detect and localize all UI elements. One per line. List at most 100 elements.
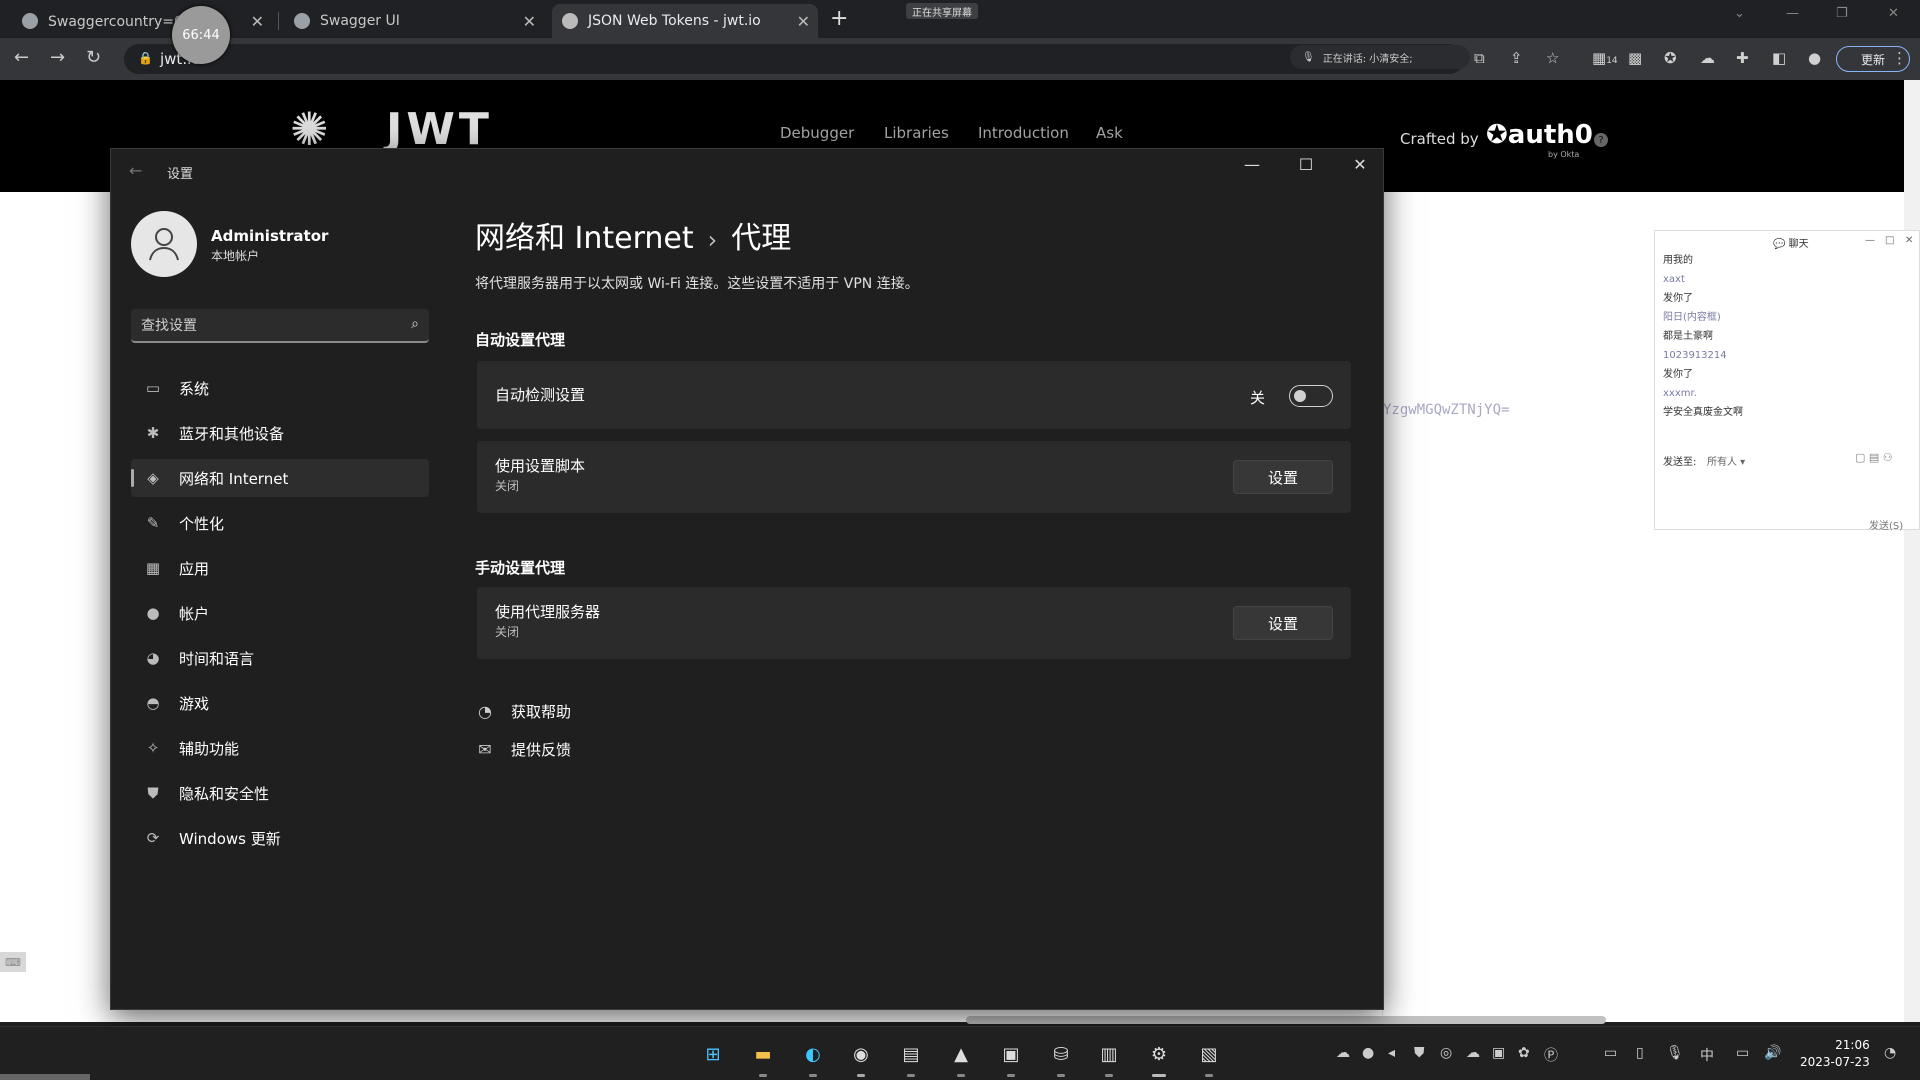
- browser-tab-swagger-country[interactable]: Swaggercountry=CN天计 ✕: [12, 4, 272, 38]
- back-arrow-icon[interactable]: ←: [129, 161, 142, 180]
- proxy-server-button[interactable]: 设置: [1233, 606, 1333, 640]
- notification-icon[interactable]: ◔: [1884, 1045, 1896, 1061]
- tray-paw-icon[interactable]: ✿: [1518, 1045, 1530, 1061]
- nav-windows-update[interactable]: ⟳ Windows 更新: [131, 819, 429, 857]
- nav-debugger[interactable]: Debugger: [780, 124, 854, 142]
- chat-maximize-button[interactable]: □: [1885, 235, 1894, 246]
- nav-time-language[interactable]: ◕ 时间和语言: [131, 639, 429, 677]
- network-app-icon[interactable]: ⛁: [1046, 1039, 1076, 1077]
- tab-search-chevron-icon[interactable]: ⌄: [1734, 6, 1745, 21]
- side-panel-icon[interactable]: ◧: [1772, 49, 1786, 67]
- get-help-link[interactable]: ◔ 获取帮助: [475, 701, 571, 722]
- tray-monitor-icon[interactable]: ▭: [1604, 1045, 1617, 1061]
- auto-detect-toggle[interactable]: [1289, 385, 1333, 407]
- help-icon[interactable]: ?: [1594, 133, 1608, 147]
- chat-message: 发你了: [1663, 369, 1693, 380]
- start-icon[interactable]: ⊞: [698, 1039, 728, 1069]
- ime-indicator[interactable]: 中: [1700, 1045, 1714, 1065]
- notepad-icon[interactable]: ▥: [1094, 1039, 1124, 1077]
- nav-libraries[interactable]: Libraries: [884, 124, 949, 142]
- feedback-icon: ✉: [478, 740, 492, 759]
- tray-p-icon[interactable]: Ⓟ: [1544, 1045, 1558, 1065]
- nav-ask[interactable]: Ask: [1096, 124, 1123, 142]
- chat-send-button[interactable]: 发送(S): [1869, 517, 1903, 532]
- terminal-icon[interactable]: ▧: [1194, 1039, 1224, 1077]
- tray-app-icon[interactable]: ▣: [1492, 1045, 1505, 1061]
- file-explorer-icon[interactable]: ▬: [748, 1039, 778, 1077]
- search-input[interactable]: [141, 315, 391, 337]
- auto-proxy-heading: 自动设置代理: [475, 331, 566, 349]
- extension-icon[interactable]: ✪: [1664, 49, 1677, 67]
- settings-app-icon[interactable]: ⚙: [1144, 1039, 1174, 1077]
- extension-badge-icon[interactable]: ▦14: [1592, 49, 1618, 67]
- browser-tab-swagger-ui[interactable]: Swagger UI ✕: [284, 4, 544, 38]
- intellij-icon[interactable]: ▣: [996, 1039, 1026, 1077]
- bookmark-star-icon[interactable]: ☆: [1546, 49, 1559, 67]
- chat-tools-icons[interactable]: ▢ ▤ ⚇: [1855, 451, 1893, 464]
- display-icon: ▭: [145, 379, 161, 397]
- forward-button[interactable]: →: [50, 47, 65, 68]
- profile-icon[interactable]: ●: [1808, 49, 1821, 67]
- qr-icon[interactable]: ▩: [1628, 49, 1642, 67]
- tab-close-icon[interactable]: ✕: [523, 12, 536, 31]
- tray-arrow-icon[interactable]: ◂: [1388, 1045, 1395, 1061]
- tray-mic-icon[interactable]: 🎙: [1666, 1045, 1684, 1061]
- settings-close-button[interactable]: ✕: [1337, 155, 1383, 174]
- tray-cloud-icon[interactable]: ☁: [1466, 1045, 1480, 1061]
- tray-shield-icon[interactable]: ⛊: [1414, 1045, 1425, 1061]
- browser-tab-jwt[interactable]: JSON Web Tokens - jwt.io ✕: [552, 4, 818, 38]
- tray-usb-icon[interactable]: ▯: [1636, 1045, 1644, 1061]
- chrome-icon[interactable]: ◉: [846, 1039, 876, 1077]
- setup-script-button[interactable]: 设置: [1233, 460, 1333, 494]
- close-window-button[interactable]: ✕: [1888, 6, 1899, 21]
- keyboard-icon[interactable]: ⌨: [0, 952, 26, 972]
- minimize-button[interactable]: —: [1786, 6, 1799, 21]
- chat-close-button[interactable]: ✕: [1905, 235, 1913, 246]
- nav-system[interactable]: ▭ 系统: [131, 369, 429, 407]
- tray-capture-icon[interactable]: ◎: [1440, 1045, 1452, 1061]
- network-icon[interactable]: ▭: [1736, 1045, 1749, 1061]
- apps-icon: ▦: [145, 559, 161, 577]
- taskbar-clock[interactable]: 21:06 2023-07-23: [1800, 1037, 1870, 1071]
- chat-minimize-button[interactable]: —: [1865, 235, 1875, 246]
- nav-apps[interactable]: ▦ 应用: [131, 549, 429, 587]
- new-tab-button[interactable]: +: [830, 6, 848, 31]
- auth0-logo[interactable]: ✪auth0: [1486, 120, 1593, 150]
- reload-button[interactable]: ↻: [86, 47, 101, 68]
- search-icon[interactable]: ⌕: [411, 316, 419, 332]
- send-to-select[interactable]: 所有人 ▾: [1707, 453, 1745, 468]
- settings-maximize-button[interactable]: ☐: [1283, 155, 1329, 174]
- tray-status-icon[interactable]: ●: [1362, 1045, 1374, 1061]
- back-button[interactable]: ←: [14, 47, 29, 68]
- nav-accessibility[interactable]: ✧ 辅助功能: [131, 729, 429, 767]
- restore-button[interactable]: ❐: [1836, 6, 1848, 21]
- photos-icon[interactable]: ▲: [946, 1039, 976, 1077]
- avatar[interactable]: [131, 211, 197, 277]
- nav-privacy-security[interactable]: ⛊ 隐私和安全性: [131, 774, 429, 812]
- nav-network[interactable]: ◈ 网络和 Internet: [131, 459, 429, 497]
- volume-icon[interactable]: 🔊: [1764, 1045, 1781, 1061]
- breadcrumb-parent[interactable]: 网络和 Internet: [475, 221, 694, 256]
- page-scrollbar[interactable]: [1904, 80, 1920, 1022]
- share-icon[interactable]: ⇪: [1510, 49, 1523, 67]
- nav-gaming[interactable]: ◓ 游戏: [131, 684, 429, 722]
- store-icon[interactable]: ▤: [896, 1039, 926, 1077]
- tab-close-icon[interactable]: ✕: [797, 12, 810, 31]
- settings-minimize-button[interactable]: —: [1229, 155, 1275, 174]
- translate-icon[interactable]: ⧉: [1474, 49, 1485, 67]
- puzzle-icon[interactable]: ✚: [1736, 49, 1749, 67]
- nav-accounts[interactable]: ● 帐户: [131, 594, 429, 632]
- nav-introduction[interactable]: Introduction: [978, 124, 1069, 142]
- address-bar[interactable]: 🔒 jwt.io: [124, 44, 1464, 74]
- menu-icon[interactable]: ⋮: [1892, 49, 1907, 67]
- edge-icon[interactable]: ◐: [798, 1039, 828, 1077]
- settings-search[interactable]: ⌕: [131, 309, 429, 343]
- tab-close-icon[interactable]: ✕: [251, 12, 264, 31]
- tray-meeting-icon[interactable]: ☁: [1336, 1045, 1350, 1061]
- nav-bluetooth[interactable]: ✱ 蓝牙和其他设备: [131, 414, 429, 452]
- horizontal-scrollbar[interactable]: [966, 1016, 1606, 1024]
- help-chat-icon: ◔: [478, 702, 492, 721]
- cloud-icon[interactable]: ☁: [1700, 49, 1715, 67]
- nav-personalization[interactable]: ✎ 个性化: [131, 504, 429, 542]
- feedback-link[interactable]: ✉ 提供反馈: [475, 739, 571, 760]
